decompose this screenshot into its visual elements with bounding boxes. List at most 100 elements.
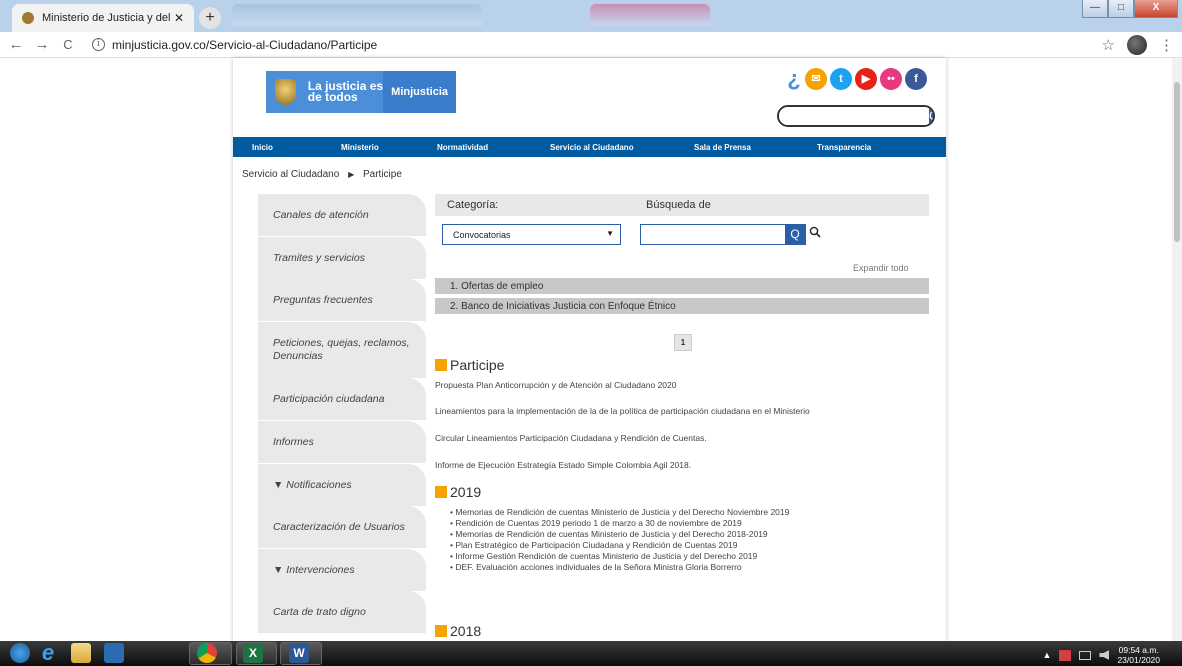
social-icons: ¿ ✉ t ▶ •• f (786, 68, 927, 90)
document-link[interactable]: Propuesta Plan Anticorrupción y de Atenc… (435, 380, 676, 390)
minimize-button[interactable]: — (1082, 0, 1108, 18)
nav-item-transparencia[interactable]: Transparencia (817, 143, 871, 152)
twitter-icon[interactable]: t (830, 68, 852, 90)
breadcrumb-arrow-icon: ▶ (348, 170, 355, 179)
orange-square-icon (435, 359, 447, 371)
clock-date: 23/01/2020 (1117, 655, 1160, 665)
document-link[interactable]: Lineamientos para la implementación de l… (435, 406, 810, 416)
word-icon[interactable]: W (289, 643, 309, 663)
section-title-2019: 2019 (435, 484, 481, 500)
tab-title: Ministerio de Justicia y del Dere¢ (42, 12, 172, 24)
category-value: Convocatorias (453, 230, 511, 240)
list-item[interactable]: • Memorias de Rendición de cuentas Minis… (450, 507, 789, 518)
chrome-icon[interactable] (197, 643, 217, 663)
maximize-button[interactable]: □ (1108, 0, 1134, 18)
sidebar-item-canales[interactable]: Canales de atención (258, 194, 426, 236)
expand-all-link[interactable]: Expandir todo (853, 263, 909, 273)
accessibility-icon[interactable]: ¿ (786, 68, 802, 90)
profile-avatar[interactable] (1127, 35, 1147, 55)
media-player-icon[interactable] (104, 643, 124, 663)
coat-of-arms-icon (275, 79, 296, 105)
url-field[interactable]: i minjusticia.gov.co/Servicio-al-Ciudada… (92, 38, 377, 52)
accordion-item[interactable]: 2. Banco de Iniciativas Justicia con Enf… (435, 298, 929, 314)
list-item[interactable]: • DEF. Evaluación acciones individuales … (450, 562, 789, 573)
pagination-current-page[interactable]: 1 (674, 334, 692, 351)
sidebar-item-preguntas[interactable]: Preguntas frecuentes (258, 279, 426, 322)
orange-square-icon (435, 486, 447, 498)
internet-explorer-icon[interactable]: e (38, 642, 58, 664)
site-logo[interactable]: La justicia es de todos Minjusticia (266, 71, 456, 113)
header-search-input[interactable] (779, 107, 929, 125)
nav-item-sala-prensa[interactable]: Sala de Prensa (694, 143, 751, 152)
breadcrumb-parent[interactable]: Servicio al Ciudadano (242, 169, 339, 180)
bookmark-star-icon[interactable]: ☆ (1102, 36, 1115, 54)
breadcrumb-current: Participe (363, 169, 402, 180)
toolbar-right: ☆ ⋮ (1102, 35, 1174, 55)
active-tab[interactable]: Ministerio de Justicia y del Dere¢ ✕ (12, 4, 194, 32)
youtube-icon[interactable]: ▶ (855, 68, 877, 90)
file-explorer-icon[interactable] (71, 643, 91, 663)
start-button[interactable] (10, 643, 30, 663)
browser-menu-icon[interactable]: ⋮ (1159, 36, 1174, 54)
blurred-tab[interactable] (590, 4, 710, 26)
dropdown-caret-icon: ▼ (606, 229, 614, 238)
sidebar-item-notificaciones[interactable]: ▼ Notificaciones (258, 463, 426, 506)
filter-header: Categoría: Búsqueda de (435, 194, 929, 216)
facebook-icon[interactable]: f (905, 68, 927, 90)
url-text[interactable]: minjusticia.gov.co/Servicio-al-Ciudadano… (112, 38, 377, 52)
clock[interactable]: 09:54 a.m. 23/01/2020 (1117, 645, 1160, 665)
sidebar-item-caracterizacion[interactable]: Caracterización de Usuarios (258, 506, 426, 549)
document-link[interactable]: Circular Lineamientos Participación Ciud… (435, 433, 707, 443)
tab-close-icon[interactable]: ✕ (172, 11, 186, 25)
nav-item-inicio[interactable]: Inicio (252, 143, 273, 152)
content-search-input[interactable] (641, 225, 785, 244)
page-scrollbar[interactable] (1172, 58, 1182, 641)
document-link[interactable]: Informe de Ejecución Estrategía Estado S… (435, 460, 691, 470)
nav-item-normatividad[interactable]: Normatividad (437, 143, 488, 152)
reload-button[interactable]: C (58, 37, 78, 52)
system-tray: ▲ 09:54 a.m. 23/01/2020 (1043, 645, 1160, 665)
list-item[interactable]: • Rendición de Cuentas 2019 periodo 1 de… (450, 518, 789, 529)
blurred-tab[interactable] (232, 4, 482, 26)
sidebar: Canales de atención Tramites y servicios… (258, 194, 426, 634)
sidebar-item-carta[interactable]: Carta de trato digno (258, 591, 426, 634)
new-tab-button[interactable]: + (199, 7, 221, 29)
header-search-button[interactable]: Q (929, 107, 933, 125)
sidebar-item-intervenciones[interactable]: ▼ Intervenciones (258, 548, 426, 591)
category-select[interactable]: Convocatorias ▼ (442, 224, 621, 245)
accordion-item[interactable]: 1. Ofertas de empleo (435, 278, 929, 294)
section-title-2018: 2018 (435, 623, 481, 639)
chat-icon[interactable]: ✉ (805, 68, 827, 90)
excel-icon[interactable]: X (243, 643, 263, 663)
content-search-button[interactable]: Q (785, 225, 805, 244)
scrollbar-thumb[interactable] (1174, 82, 1180, 242)
address-bar: ← → C i minjusticia.gov.co/Servicio-al-C… (0, 32, 1182, 58)
orange-square-icon (435, 625, 447, 637)
volume-icon[interactable] (1099, 650, 1110, 660)
network-icon[interactable] (1059, 649, 1072, 661)
sidebar-item-informes[interactable]: Informes (258, 420, 426, 463)
magnifier-icon[interactable] (809, 226, 821, 241)
sidebar-item-participacion[interactable]: Participación ciudadana (258, 378, 426, 421)
list-item[interactable]: • Memorias de Rendición de cuentas Minis… (450, 529, 789, 540)
nav-item-servicio-ciudadano[interactable]: Servicio al Ciudadano (550, 143, 634, 152)
sidebar-item-tramites[interactable]: Tramites y servicios (258, 236, 426, 279)
windows-taskbar: e X W ▲ 09:54 a.m. 23/01/2020 (0, 641, 1182, 666)
list-item[interactable]: • Plan Estratégico de Participación Ciud… (450, 540, 789, 551)
forward-button[interactable]: → (32, 36, 52, 53)
site-info-icon[interactable]: i (92, 38, 105, 51)
section-title-text: 2018 (450, 623, 482, 639)
back-button[interactable]: ← (6, 36, 26, 53)
close-window-button[interactable]: X (1134, 0, 1178, 18)
window-controls: — □ X (1082, 0, 1178, 18)
display-icon[interactable] (1079, 650, 1092, 660)
main-nav: Inicio Ministerio Normatividad Servicio … (233, 137, 946, 157)
search-label: Búsqueda de (646, 199, 711, 211)
tray-arrow-icon[interactable]: ▲ (1043, 650, 1052, 660)
flickr-icon[interactable]: •• (880, 68, 902, 90)
list-item[interactable]: • Informe Gestión Rendición de cuentas M… (450, 551, 789, 562)
nav-item-ministerio[interactable]: Ministerio (341, 143, 379, 152)
sidebar-item-peticiones[interactable]: Peticiones, quejas, reclamos, Denuncias (258, 321, 426, 378)
section-title-text: 2019 (450, 484, 482, 500)
content-search: Q (640, 224, 806, 245)
